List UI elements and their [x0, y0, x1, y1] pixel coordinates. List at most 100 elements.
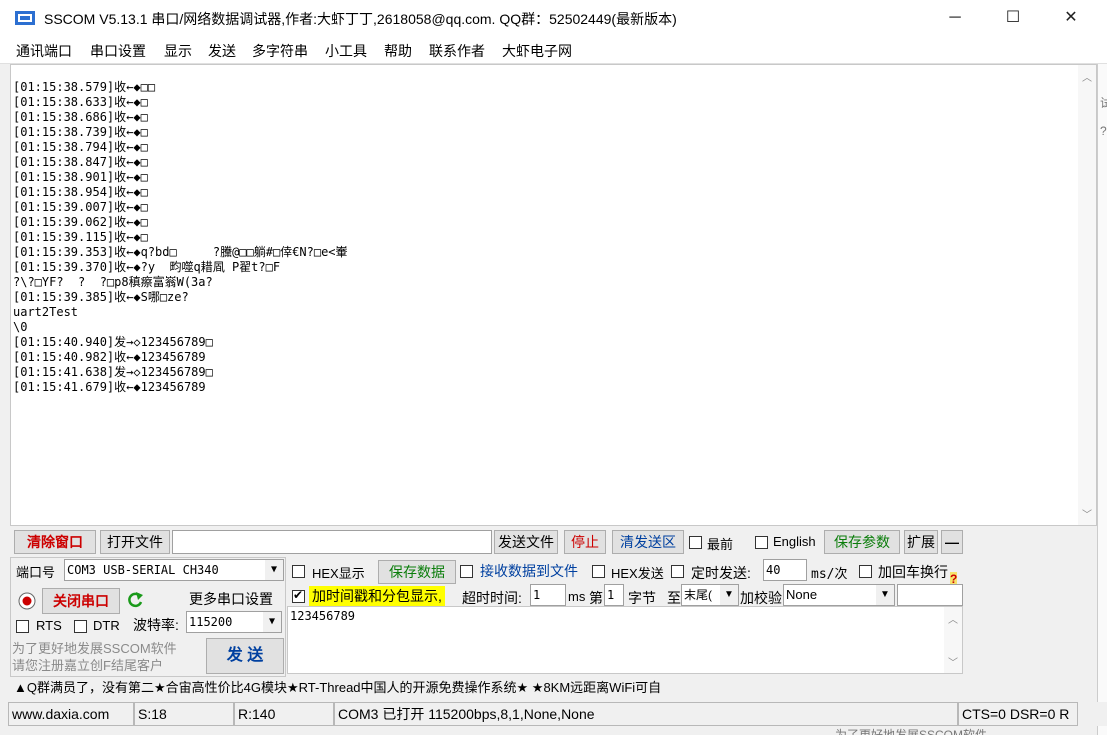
dtr-label: DTR	[93, 618, 120, 633]
hex-send-label: HEX发送	[611, 566, 664, 581]
expand-button[interactable]: 扩展	[904, 530, 938, 554]
receive-line: [01:15:39.007]收←◆□	[13, 200, 148, 214]
chevron-down-icon: ▼	[720, 585, 738, 605]
receive-line: [01:15:38.579]收←◆□□	[13, 80, 156, 94]
receive-line: [01:15:38.901]收←◆□	[13, 170, 148, 184]
timed-interval-input[interactable]: 40	[763, 559, 807, 581]
receive-line: [01:15:39.385]收←◆S哪□ze?	[13, 290, 189, 304]
port-status-icon	[18, 592, 36, 610]
chevron-down-icon: ▼	[263, 612, 281, 632]
receive-line: [01:15:39.115]收←◆□	[13, 230, 148, 244]
receive-line: [01:15:40.982]收←◆123456789	[13, 350, 206, 364]
scroll-up-icon[interactable]: ︿	[944, 611, 962, 626]
register-hint: 为了更好地发展SSCOM软件 请您注册嘉立创F结尾客户	[12, 641, 177, 673]
send-file-button[interactable]: 发送文件	[494, 530, 558, 554]
save-params-button[interactable]: 保存参数	[824, 530, 900, 554]
receive-line: [01:15:40.940]发→◇123456789□	[13, 335, 213, 349]
recv-to-file-checkbox[interactable]	[460, 565, 473, 578]
timeout-input[interactable]: 1	[530, 584, 566, 606]
scroll-up-icon[interactable]: ︿	[1078, 69, 1096, 84]
checksum-extra-input[interactable]	[897, 584, 963, 606]
menu-multi-string[interactable]: 多字符串	[252, 41, 308, 61]
menu-comm-port[interactable]: 通讯端口	[16, 41, 72, 61]
menu-tools[interactable]: 小工具	[325, 41, 367, 61]
baud-select[interactable]: 115200 ▼	[186, 611, 282, 633]
receive-line: [01:15:39.370]收←◆?y 畇噬q耤凮 P翟t?□F	[13, 260, 281, 274]
timestamp-label: 加时间戳和分包显示,	[309, 586, 445, 606]
scroll-down-icon[interactable]: ﹀	[944, 654, 962, 669]
append-crlf-checkbox[interactable]	[859, 565, 872, 578]
baud-label: 波特率:	[133, 617, 179, 633]
timed-unit-label: ms/次	[811, 567, 848, 582]
chevron-down-icon: ▼	[265, 560, 283, 580]
menu-bar: 通讯端口 串口设置 显示 发送 多字符串 小工具 帮助 联系作者 大虾电子网	[0, 36, 1107, 64]
status-bar: www.daxia.com S:18 R:140 COM3 已打开 115200…	[0, 702, 1107, 726]
dtr-checkbox[interactable]	[74, 620, 87, 633]
file-path-input[interactable]	[172, 530, 492, 554]
english-checkbox[interactable]	[755, 536, 768, 549]
receive-line: ?\?□YF? ? ?□p8稹瘵富嵡W(3a?	[13, 275, 213, 289]
timestamp-checkbox[interactable]	[292, 588, 305, 603]
to-select[interactable]: 末尾( ▼	[681, 584, 739, 606]
to-select-value: 末尾(	[684, 588, 712, 602]
menu-contact-author[interactable]: 联系作者	[429, 41, 485, 61]
clear-window-button[interactable]: 清除窗口	[14, 530, 96, 554]
hex-display-checkbox[interactable]	[292, 565, 305, 578]
topmost-checkbox[interactable]	[689, 536, 702, 549]
menu-daxia-site[interactable]: 大虾电子网	[502, 41, 572, 61]
send-text: 123456789	[290, 609, 356, 623]
rts-checkbox[interactable]	[16, 620, 29, 633]
byte-prefix-label: 第	[589, 590, 603, 606]
receive-line: [01:15:41.638]发→◇123456789□	[13, 365, 213, 379]
collapse-button[interactable]: —	[941, 530, 963, 554]
byte-index-input[interactable]: 1	[604, 584, 624, 606]
menu-help[interactable]: 帮助	[384, 41, 412, 61]
checksum-label: 加校验	[740, 590, 782, 606]
menu-serial-settings[interactable]: 串口设置	[90, 41, 146, 61]
port-label: 端口号	[16, 565, 56, 580]
hex-send-checkbox[interactable]	[592, 565, 605, 578]
receive-line: [01:15:41.679]收←◆123456789	[13, 380, 206, 394]
close-port-button[interactable]: 关闭串口	[42, 588, 120, 614]
save-data-button[interactable]: 保存数据	[378, 560, 456, 584]
site-link[interactable]: www.daxia.com	[8, 702, 134, 726]
receive-line: [01:15:39.353]收←◆q?bd□ ?黱@□□躺#□倖€N?□e<輋	[13, 245, 348, 259]
baud-select-value: 115200	[189, 615, 233, 629]
receive-line: uart2Test	[13, 305, 79, 319]
receive-scrollbar[interactable]: ︿ ﹀	[1078, 65, 1096, 525]
menu-send[interactable]: 发送	[208, 41, 236, 61]
more-settings-link[interactable]: 更多串口设置	[189, 589, 273, 609]
open-file-button[interactable]: 打开文件	[100, 530, 170, 554]
timed-send-label: 定时发送:	[691, 565, 751, 581]
refresh-icon[interactable]	[126, 590, 144, 610]
append-crlf-label: 加回车换行	[878, 564, 948, 580]
rts-label: RTS	[36, 618, 62, 633]
send-button[interactable]: 发 送	[206, 638, 284, 674]
hex-display-label: HEX显示	[312, 566, 365, 581]
port-select[interactable]: COM3 USB-SERIAL CH340 ▼	[64, 559, 284, 581]
receive-line: [01:15:38.794]收←◆□	[13, 140, 148, 154]
checksum-select[interactable]: None ▼	[783, 584, 895, 606]
receive-text: [01:15:38.579]收←◆□□ [01:15:38.633]收←◆□ [01…	[13, 80, 348, 395]
receive-line: [01:15:38.739]收←◆□	[13, 125, 148, 139]
timed-send-checkbox[interactable]	[671, 565, 684, 578]
minimize-button[interactable]: ─	[926, 0, 984, 36]
port-status: COM3 已打开 115200bps,8,1,None,None	[334, 702, 958, 726]
recv-to-file-label: 接收数据到文件	[480, 563, 578, 579]
maximize-button[interactable]: ☐	[984, 0, 1042, 36]
menu-display[interactable]: 显示	[164, 41, 192, 61]
scroll-down-icon[interactable]: ﹀	[1078, 506, 1096, 521]
close-button[interactable]: ✕	[1042, 0, 1100, 36]
line-status: CTS=0 DSR=0 R	[958, 702, 1078, 726]
background-window-edge: 试 ?	[1097, 64, 1107, 735]
send-scrollbar[interactable]: ︿ ﹀	[944, 607, 962, 673]
receive-area[interactable]: [01:15:38.579]收←◆□□ [01:15:38.633]收←◆□ [01…	[10, 64, 1097, 526]
english-label: English	[773, 534, 816, 549]
receive-line: [01:15:38.954]收←◆□	[13, 185, 148, 199]
send-text-area[interactable]: 123456789 ︿ ﹀	[287, 606, 963, 674]
clear-send-button[interactable]: 清发送区	[612, 530, 684, 554]
promo-ticker[interactable]: ▲Q群满员了，没有第二★合宙高性价比4G模块★RT-Thread中国人的开源免费…	[10, 678, 1097, 700]
stop-button[interactable]: 停止	[564, 530, 606, 554]
chevron-down-icon: ▼	[876, 585, 894, 605]
window-title: SSCOM V5.13.1 串口/网络数据调试器,作者:大虾丁丁,2618058…	[44, 11, 677, 27]
